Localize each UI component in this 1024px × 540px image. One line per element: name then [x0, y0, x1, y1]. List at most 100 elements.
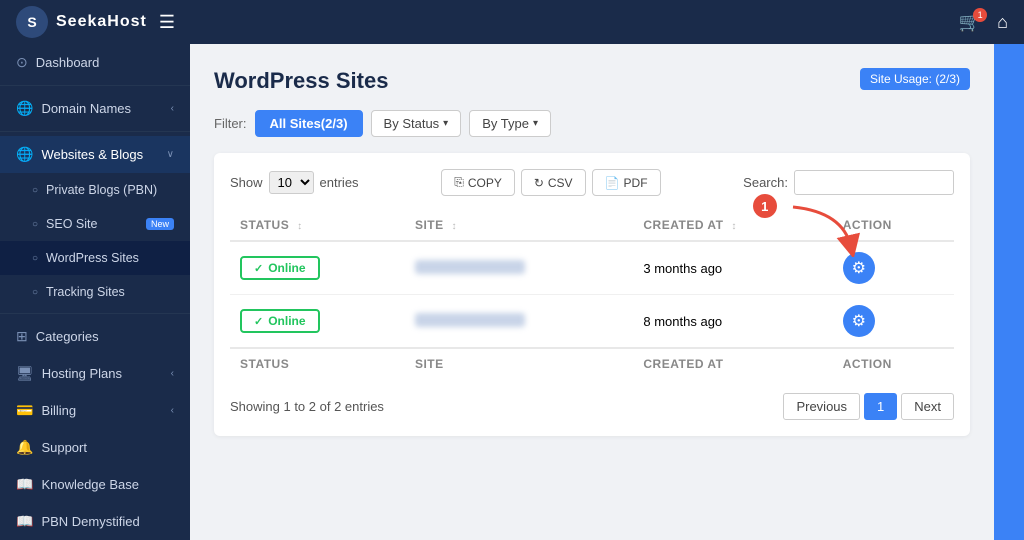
logo-icon: S	[16, 6, 48, 38]
table-row: ✓ Online 8 months ago ⚙	[230, 295, 954, 349]
websites-icon: 🌐	[16, 146, 33, 163]
sort-icon: ↕	[731, 221, 737, 232]
site-cell	[405, 295, 633, 349]
action-cell: 1	[833, 241, 954, 295]
site-url-blurred	[415, 313, 525, 327]
sidebar-item-private-blogs[interactable]: ○ Private Blogs (PBN)	[0, 173, 190, 207]
sidebar-item-hosting-plans[interactable]: 🖥 Hosting Plans ‹	[0, 355, 190, 392]
sidebar: ⊙ Dashboard 🌐 Domain Names ‹ 🌐 Websites …	[0, 44, 190, 540]
csv-icon: ↻	[534, 176, 544, 190]
table-controls: Show 10 25 50 entries ⎘ COPY ↻ CS	[230, 169, 954, 196]
sidebar-item-seo-site[interactable]: ○ SEO Site New	[0, 207, 190, 241]
sidebar-item-label: Support	[41, 440, 174, 455]
previous-button[interactable]: Previous	[783, 393, 860, 420]
sidebar-item-label: WordPress Sites	[46, 251, 174, 265]
status-label: Online	[268, 314, 305, 328]
filter-label: Filter:	[214, 116, 247, 131]
table-footer-row: STATUS SITE CREATED AT ACTION	[230, 348, 954, 379]
by-status-filter-button[interactable]: By Status ▾	[371, 110, 462, 137]
circle-icon: ○	[32, 253, 38, 264]
sidebar-item-dashboard[interactable]: ⊙ Dashboard	[0, 44, 190, 81]
cart-icon[interactable]: 🛒 1	[959, 12, 981, 33]
table-row: ✓ Online 3 months ago	[230, 241, 954, 295]
all-sites-filter-button[interactable]: All Sites(2/3)	[255, 110, 363, 137]
sidebar-item-label: Billing	[41, 403, 162, 418]
sidebar-item-label: Domain Names	[41, 101, 162, 116]
sidebar-divider	[0, 313, 190, 314]
sidebar-item-knowledge-base[interactable]: 📖 Knowledge Base	[0, 466, 190, 503]
site-usage-badge: Site Usage: (2/3)	[860, 68, 970, 90]
right-panel	[994, 44, 1024, 540]
pdf-label: PDF	[624, 176, 648, 190]
action-column-header: ACTION	[833, 210, 954, 241]
page-title: WordPress Sites	[214, 68, 388, 94]
new-badge: New	[146, 218, 174, 230]
created-at-cell: 8 months ago	[633, 295, 832, 349]
table-header-row: STATUS ↕ SITE ↕ CREATED AT ↕ AC	[230, 210, 954, 241]
chevron-down-icon: ▾	[533, 118, 538, 129]
entries-select[interactable]: 10 25 50	[269, 171, 314, 194]
by-type-label: By Type	[482, 116, 529, 131]
created-at-value: 3 months ago	[643, 261, 722, 276]
created-at-column-header: CREATED AT ↕	[633, 210, 832, 241]
footer-action: ACTION	[833, 348, 954, 379]
sidebar-item-pbn-demystified[interactable]: 📖 PBN Demystified	[0, 503, 190, 540]
sidebar-item-label: SEO Site	[46, 217, 134, 231]
page-header: WordPress Sites Site Usage: (2/3)	[214, 68, 970, 94]
knowledge-icon: 📖	[16, 476, 33, 493]
check-icon: ✓	[254, 315, 263, 328]
chevron-icon: ‹	[171, 103, 174, 114]
chevron-down-icon: ∨	[167, 149, 174, 160]
sidebar-item-billing[interactable]: 💳 Billing ‹	[0, 392, 190, 429]
sidebar-item-categories[interactable]: ⊞ Categories	[0, 318, 190, 355]
sidebar-item-support[interactable]: 🔔 Support	[0, 429, 190, 466]
sidebar-item-label: Knowledge Base	[41, 477, 174, 492]
pdf-button[interactable]: 📄 PDF	[592, 169, 661, 196]
check-icon: ✓	[254, 262, 263, 275]
sort-icon: ↕	[451, 221, 457, 232]
created-at-value: 8 months ago	[643, 314, 722, 329]
settings-button[interactable]: ⚙	[843, 305, 875, 337]
circle-icon: ○	[32, 185, 38, 196]
pagination-row: Showing 1 to 2 of 2 entries Previous 1 N…	[230, 393, 954, 420]
page-1-button[interactable]: 1	[864, 393, 897, 420]
circle-icon: ○	[32, 219, 38, 230]
showing-text: Showing 1 to 2 of 2 entries	[230, 399, 384, 414]
status-column-header: STATUS ↕	[230, 210, 405, 241]
table-card: Show 10 25 50 entries ⎘ COPY ↻ CS	[214, 153, 970, 436]
csv-label: CSV	[548, 176, 573, 190]
search-input[interactable]	[794, 170, 954, 195]
home-icon[interactable]: ⌂	[997, 12, 1008, 33]
by-type-filter-button[interactable]: By Type ▾	[469, 110, 551, 137]
copy-icon: ⎘	[454, 175, 464, 190]
pagination: Previous 1 Next	[783, 393, 954, 420]
status-online-badge: ✓ Online	[240, 256, 320, 280]
hosting-icon: 🖥	[16, 365, 34, 382]
sidebar-item-websites-blogs[interactable]: 🌐 Websites & Blogs ∨	[0, 136, 190, 173]
show-entries: Show 10 25 50 entries	[230, 171, 359, 194]
settings-button[interactable]: ⚙	[843, 252, 875, 284]
site-cell	[405, 241, 633, 295]
table-wrapper: STATUS ↕ SITE ↕ CREATED AT ↕ AC	[230, 210, 954, 379]
categories-icon: ⊞	[16, 328, 28, 345]
status-cell: ✓ Online	[230, 295, 405, 349]
sidebar-item-label: Websites & Blogs	[41, 147, 158, 162]
sort-icon: ↕	[297, 221, 303, 232]
sidebar-item-wordpress-sites[interactable]: ○ WordPress Sites	[0, 241, 190, 275]
logo-initial: S	[27, 14, 36, 30]
hamburger-icon[interactable]: ☰	[159, 12, 175, 33]
csv-button[interactable]: ↻ CSV	[521, 169, 586, 196]
site-url-blurred	[415, 260, 525, 274]
copy-button[interactable]: ⎘ COPY	[441, 169, 515, 196]
status-online-badge: ✓ Online	[240, 309, 320, 333]
domain-icon: 🌐	[16, 100, 33, 117]
next-button[interactable]: Next	[901, 393, 954, 420]
sidebar-item-tracking-sites[interactable]: ○ Tracking Sites	[0, 275, 190, 309]
topbar-right: 🛒 1 ⌂	[959, 12, 1008, 33]
footer-created-at: CREATED AT	[633, 348, 832, 379]
status-cell: ✓ Online	[230, 241, 405, 295]
sidebar-item-domain-names[interactable]: 🌐 Domain Names ‹	[0, 90, 190, 127]
sidebar-item-label: PBN Demystified	[41, 514, 174, 529]
search-label: Search:	[743, 175, 788, 190]
sidebar-item-label: Categories	[36, 329, 174, 344]
